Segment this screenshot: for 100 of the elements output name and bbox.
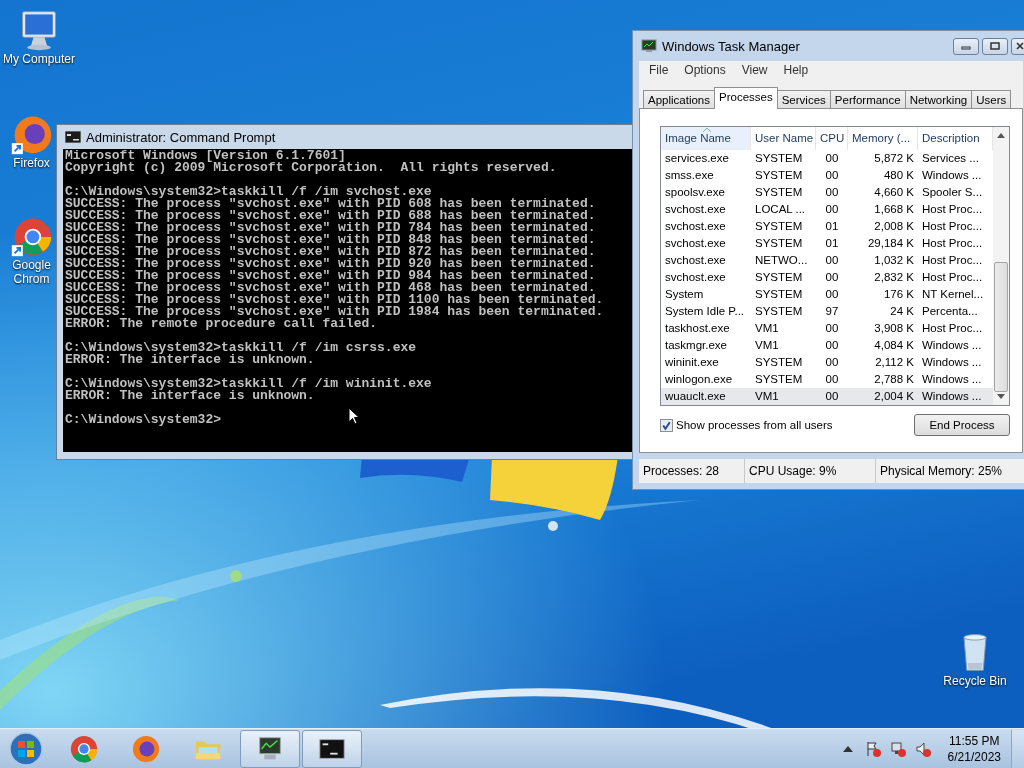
table-row[interactable]: System SYSTEM 00 176 K NT Kernel... [661,286,993,303]
table-cell-text: SYSTEM [754,219,804,234]
status-text: Physical Memory: 25% [879,463,1004,480]
table-cell-text: 00 [824,253,840,268]
table-row[interactable]: svchost.exe SYSTEM 01 29,184 K Host Proc... [661,235,993,252]
table-cell-text: svchost.exe [664,236,727,251]
table-cell-text: Host Proc... [921,236,984,251]
console-line: SUCCESS: The process "svchost.exe" with PID 848 has been terminated. [65,234,596,246]
table-row[interactable]: wininit.exe SYSTEM 00 2,112 K Windows ... [661,354,993,371]
table-row[interactable]: svchost.exe SYSTEM 01 2,008 K Host Proc... [661,218,993,235]
desktop-icon-label[interactable]: Google Chrom [8,258,55,286]
console-line: SUCCESS: The process "svchost.exe" with PID 872 has been terminated. [65,246,596,258]
console-line: C:\Windows\system32>taskkill /f /im svchost.exe [65,186,432,198]
desktop-icon-label[interactable]: Recycle Bin [943,674,1007,688]
table-row[interactable]: taskmgr.exe VM1 00 4,084 K Windows ... [661,337,993,354]
table-cell-text: NETWO... [754,253,809,268]
table-cell-text: SYSTEM [754,236,804,251]
console-line: SUCCESS: The process "svchost.exe" with PID 468 has been terminated. [65,282,596,294]
table-cell-text: 97 [824,304,840,319]
menu-item[interactable]: File [641,63,677,77]
tab[interactable]: Processes [714,87,778,109]
table-cell-text: SYSTEM [754,287,804,302]
table-cell-text: 00 [824,202,840,217]
table-cell-text: Windows ... [921,168,983,183]
table-cell-text: Host Proc... [921,321,984,336]
table-cell-text: 1,032 K [873,253,915,268]
table-cell-text: SYSTEM [754,151,804,166]
column-header[interactable]: User Name [751,127,816,150]
checkbox-label[interactable]: Show processes from all users [676,419,833,431]
window-title: Administrator: Command Prompt [86,129,276,145]
table-cell-text: 29,184 K [866,236,915,251]
table-cell-text: SYSTEM [754,270,804,285]
console-line: SUCCESS: The process "svchost.exe" with PID 784 has been terminated. [65,222,596,234]
console-line: SUCCESS: The process "svchost.exe" with PID 688 has been terminated. [65,210,596,222]
end-process-button[interactable]: End Process [914,414,1010,436]
table-cell-text: VM1 [754,338,780,353]
table-row[interactable]: services.exe SYSTEM 00 5,872 K Services ... [661,150,993,167]
console-line: C:\Windows\system32>taskkill /f /im csrss.exe [65,342,417,354]
table-row[interactable]: taskhost.exe VM1 00 3,908 K Host Proc... [661,320,993,337]
table-cell-text: 2,008 K [873,219,915,234]
column-header[interactable]: Memory (... [848,127,918,150]
table-cell-text: SYSTEM [754,372,804,387]
menu-item[interactable]: View [733,63,776,77]
console-line: ERROR: The interface is unknown. [65,390,315,402]
table-cell-text: spoolsv.exe [664,185,726,200]
table-cell-text: svchost.exe [664,219,727,234]
table-row[interactable]: svchost.exe LOCAL ... 00 1,668 K Host Proc... [661,201,993,218]
table-cell-text: 4,084 K [873,338,915,353]
table-cell-text: 3,908 K [873,321,915,336]
table-row[interactable]: spoolsv.exe SYSTEM 00 4,660 K Spooler S... [661,184,993,201]
table-cell-text: 00 [824,389,840,404]
table-row[interactable]: svchost.exe NETWO... 00 1,032 K Host Proc... [661,252,993,269]
table-cell-text: Windows ... [921,372,983,387]
menu-item[interactable]: Options [676,63,734,77]
table-cell-text: Windows ... [921,355,983,370]
table-cell-text: 00 [824,372,840,387]
table-row[interactable]: smss.exe SYSTEM 00 480 K Windows ... [661,167,993,184]
console-line: Microsoft Windows [Version 6.1.7601] [65,150,346,162]
table-cell-text: Host Proc... [921,219,984,234]
table-cell-text: SYSTEM [754,168,804,183]
table-cell-text: 2,112 K [874,355,915,370]
table-cell-text: svchost.exe [664,202,727,217]
console-line: C:\Windows\system32>taskkill /f /im wininit.exe [65,378,432,390]
table-cell-text: svchost.exe [664,253,727,268]
table-cell-text: SYSTEM [754,304,804,319]
column-header[interactable]: Image Name [661,127,751,150]
table-cell-text: 5,872 K [873,151,915,166]
table-cell-text: 00 [824,270,840,285]
table-cell-text: svchost.exe [664,270,727,285]
table-cell-text: Windows ... [921,338,983,353]
table-cell-text: 01 [824,236,840,251]
table-cell-text: taskhost.exe [664,321,731,336]
table-cell-text: 2,788 K [873,372,915,387]
desktop-icon-label[interactable]: My Computer [3,52,75,66]
column-header[interactable]: CPU [816,127,848,150]
table-row[interactable]: System Idle P... SYSTEM 97 24 K Percenta... [661,303,993,320]
desktop-icon-label[interactable]: Firefox [13,156,50,170]
table-cell-text: smss.exe [664,168,715,183]
table-cell-text: VM1 [754,389,780,404]
table-row[interactable]: wuauclt.exe VM1 00 2,004 K Windows ... [661,388,993,405]
table-cell-text: System [664,287,705,302]
menu-item[interactable]: Help [775,63,817,77]
table-cell-text: 00 [824,185,840,200]
table-cell-text: wininit.exe [664,355,720,370]
console-line: Copyright (c) 2009 Microsoft Corporation. All rights reserved. [65,162,557,174]
status-text: Processes: 28 [639,459,745,483]
table-cell-text: 00 [824,168,840,183]
table-cell-text: NT Kernel... [921,287,985,302]
console-line: SUCCESS: The process "svchost.exe" with PID 1100 has been terminated. [65,294,604,306]
table-cell-text: 1,668 K [873,202,915,217]
table-cell-text: 00 [824,287,840,302]
clock-date[interactable]: 6/21/2023 [947,748,1001,765]
table-cell-text: 00 [824,338,840,353]
table-cell-text: 00 [824,321,840,336]
clock-time[interactable]: 11:55 PM [949,732,1000,749]
table-cell-text: Windows ... [921,389,983,404]
window-title: Windows Task Manager [662,38,800,54]
table-row[interactable]: winlogon.exe SYSTEM 00 2,788 K Windows ... [661,371,993,388]
table-row[interactable]: svchost.exe SYSTEM 00 2,832 K Host Proc... [661,269,993,286]
table-cell-text: 4,660 K [873,185,915,200]
